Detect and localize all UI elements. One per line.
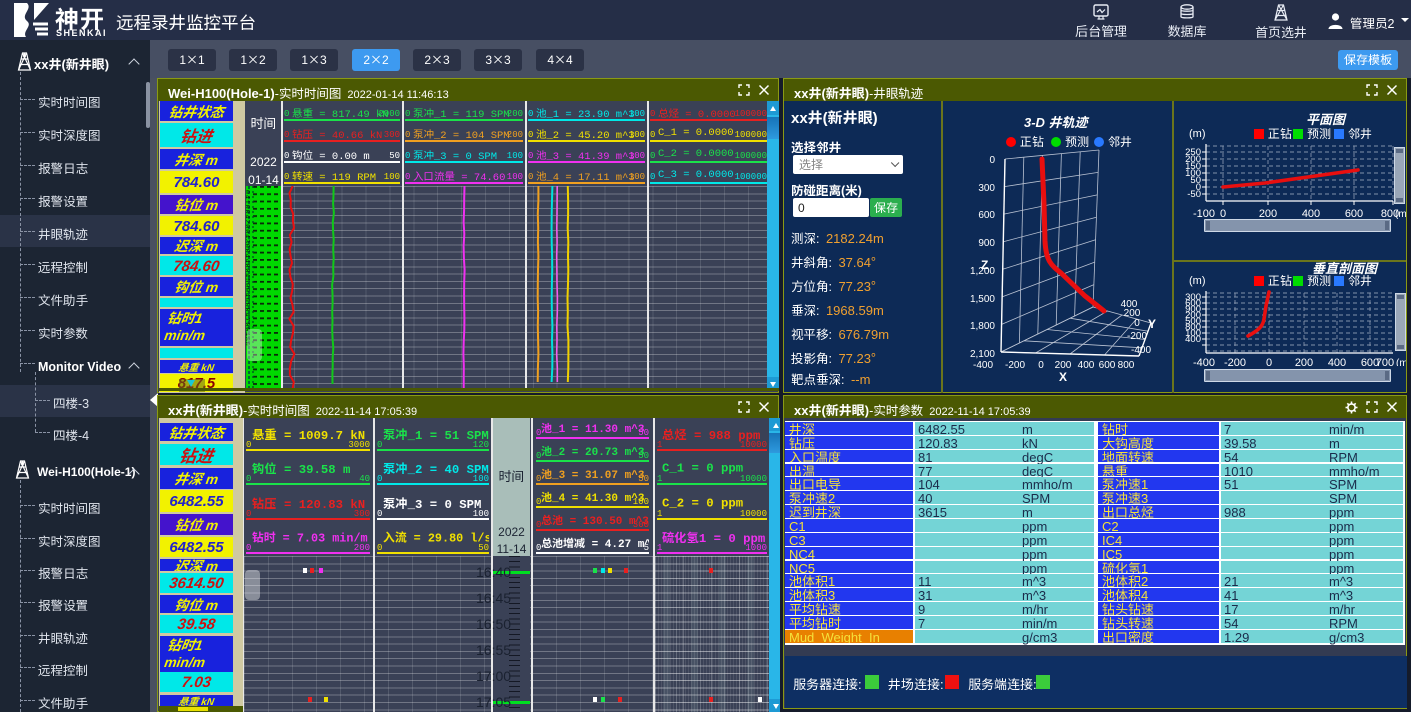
svg-text:800: 800 [1118,360,1135,371]
svg-text:Y: Y [1148,317,1156,331]
svg-text:(m): (m) [1395,209,1406,220]
svg-text:X: X [1059,370,1067,384]
svg-text:400: 400 [1328,357,1346,366]
svg-text:600: 600 [1099,360,1116,371]
svg-text:200: 200 [1295,357,1313,366]
svg-text:-200: -200 [1127,331,1147,342]
svg-text:1,500: 1,500 [970,294,995,305]
svg-text:2,100: 2,100 [970,349,995,360]
svg-text:600: 600 [978,210,995,221]
svg-text:0: 0 [1038,360,1044,371]
svg-text:-200: -200 [1224,357,1246,366]
svg-text:-400: -400 [1131,345,1151,356]
svg-text:-50: -50 [1187,189,1201,200]
svg-text:400: 400 [1078,360,1095,371]
svg-text:700: 700 [1376,357,1394,366]
svg-text:-400: -400 [1193,357,1215,366]
svg-text:400: 400 [1185,334,1201,345]
svg-text:-200: -200 [1005,360,1025,371]
svg-text:1,800: 1,800 [970,321,995,332]
svg-text:0: 0 [989,155,995,166]
svg-text:(m): (m) [1396,358,1406,366]
svg-text:900: 900 [978,238,995,249]
svg-text:0: 0 [1134,318,1140,329]
svg-text:300: 300 [978,183,995,194]
svg-text:Z: Z [981,258,988,272]
svg-text:-400: -400 [973,360,993,371]
svg-text:0: 0 [1266,357,1272,366]
